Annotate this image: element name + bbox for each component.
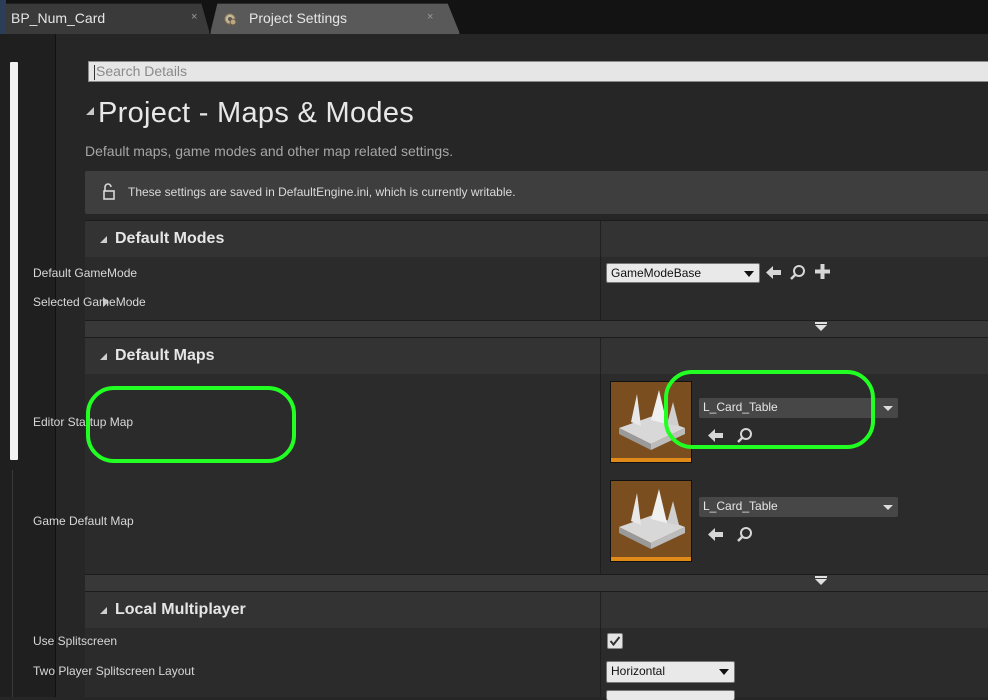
left-sidebar [0,34,56,697]
column-divider [600,221,601,257]
collapse-arrow-icon[interactable] [86,107,94,115]
section-title: Default Maps [115,347,215,364]
browse-search-icon[interactable] [790,264,806,280]
config-notice: These settings are saved in DefaultEngin… [85,171,988,214]
tab-edge [0,0,6,34]
advanced-expander[interactable] [85,320,988,338]
use-selected-arrow-icon[interactable] [707,428,724,443]
level-map-icon [619,489,685,549]
unlocked-icon [103,183,115,200]
dropdown-value: GameModeBase [611,266,702,280]
column-divider [600,592,601,628]
row-label-default-gamemode: Default GameMode [33,266,138,280]
tab-label: Project Settings [249,10,348,26]
section-collapse-icon [100,353,107,360]
row-label-two-player-layout: Two Player Splitscreen Layout [33,664,195,678]
expand-bar [815,576,827,578]
sidebar-scrollbar[interactable] [10,62,18,460]
chevron-down-icon [883,505,893,510]
advanced-expander[interactable] [85,574,988,592]
close-icon[interactable]: × [191,11,197,23]
row-label-game-default-map: Game Default Map [33,514,134,528]
level-map-icon [619,390,685,450]
dropdown-value: L_Card_Table [703,400,778,414]
browse-search-icon[interactable] [737,427,753,443]
text-caret [94,64,95,80]
section-local-multiplayer[interactable]: Local Multiplayer [85,591,988,628]
map-thumbnail[interactable] [610,480,692,562]
section-collapse-icon [100,236,107,243]
editor-startup-map-dropdown[interactable]: L_Card_Table [699,398,898,418]
section-default-maps[interactable]: Default Maps [85,337,988,374]
section-title: Local Multiplayer [115,601,246,618]
page-description: Default maps, game modes and other map r… [85,143,454,159]
two-player-layout-dropdown[interactable]: Horizontal [606,661,735,683]
section-title: Default Modes [115,230,225,247]
search-details-input[interactable]: Search Details [88,61,988,82]
dropdown-value: L_Card_Table [703,499,778,513]
sidebar-divider [12,470,13,697]
tab-label: BP_Num_Card [11,10,106,26]
chevron-down-icon [815,325,827,331]
tab-bar: BP_Num_Card × Project Settings × [0,0,988,34]
page-title: Project - Maps & Modes [98,97,415,129]
browse-search-icon[interactable] [737,526,753,542]
local-multiplayer-rows [85,628,988,697]
tab-bp-num-card[interactable]: BP_Num_Card × [0,3,210,34]
row-label-selected-gamemode: Selected GameMode [33,295,146,309]
chevron-down-icon [815,579,827,585]
gamemode-dropdown[interactable]: GameModeBase [606,263,760,283]
row-label-editor-startup-map: Editor Startup Map [33,415,134,429]
settings-gear-icon [224,13,237,26]
game-default-map-dropdown[interactable]: L_Card_Table [699,497,898,517]
section-default-modes[interactable]: Default Modes [85,220,988,257]
checkmark-icon [609,636,621,647]
section-collapse-icon [100,607,107,614]
dropdown-value: Horizontal [611,664,666,678]
tab-project-settings[interactable]: Project Settings × [210,3,460,34]
map-thumbnail[interactable] [610,381,692,463]
expand-bar [815,322,827,324]
thumbnail-bar [611,557,691,561]
close-icon[interactable]: × [427,11,433,23]
use-selected-arrow-icon[interactable] [707,527,724,542]
chevron-down-icon [744,271,754,277]
column-divider [600,628,601,697]
use-splitscreen-checkbox[interactable] [607,633,623,649]
chevron-down-icon [719,669,729,675]
column-divider [600,374,601,574]
notice-text: These settings are saved in DefaultEngin… [128,185,516,199]
thumbnail-bar [611,458,691,462]
search-placeholder: Search Details [96,63,188,79]
use-selected-arrow-icon[interactable] [765,265,782,280]
next-dropdown-partial[interactable] [606,690,735,700]
default-modes-rows [85,257,988,320]
column-divider [600,338,601,374]
row-label-use-splitscreen: Use Splitscreen [33,634,118,648]
add-plus-icon[interactable] [815,264,830,279]
chevron-down-icon [883,406,893,411]
column-divider [600,257,601,320]
